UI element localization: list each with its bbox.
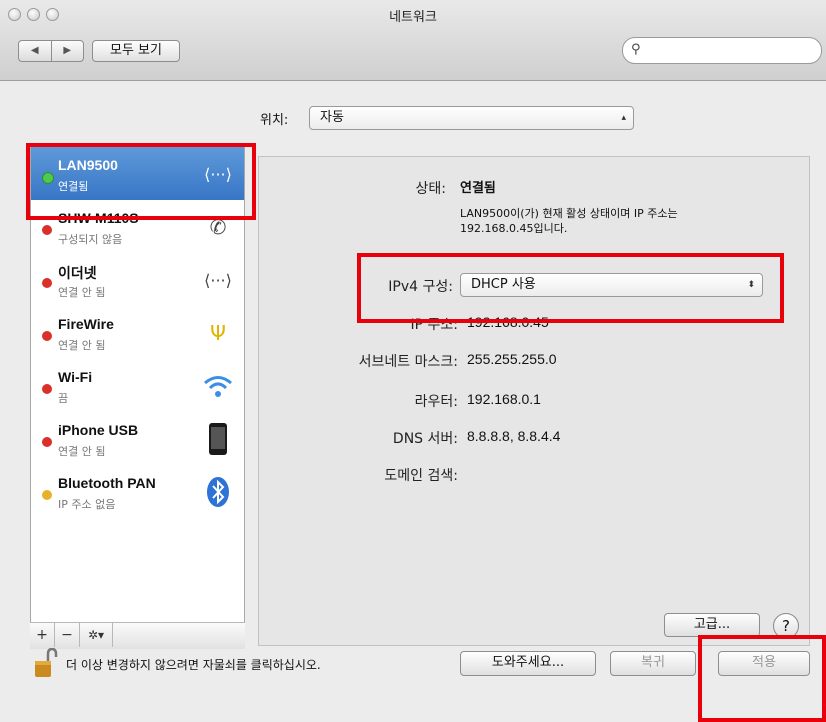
service-item-firewire[interactable]: FireWire 연결 안 됨 Ψ (31, 306, 244, 359)
iphone-icon (201, 422, 235, 456)
lock-icon[interactable] (34, 647, 58, 682)
status-description-line2: 192.168.0.45입니다. (460, 222, 568, 235)
service-status: 연결 안 됨 (58, 339, 106, 352)
service-name: FireWire (58, 316, 114, 332)
lock-message: 더 이상 변경하지 않으려면 자물쇠를 클릭하십시오. (66, 658, 321, 672)
bluetooth-icon (201, 475, 235, 509)
service-item-iphone-usb[interactable]: iPhone USB 연결 안 됨 (31, 412, 244, 465)
status-label: 상태: (415, 181, 446, 197)
status-dot (42, 384, 52, 394)
advanced-button[interactable]: 고급... (664, 613, 760, 637)
service-status: 연결 안 됨 (58, 286, 106, 299)
search-domains-label: 도메인 검색: (384, 468, 458, 484)
service-name: Bluetooth PAN (58, 475, 156, 491)
action-gear-button[interactable]: ✲▾ (80, 623, 113, 647)
highlight-box-selected-service (26, 143, 256, 220)
highlight-box-apply (698, 635, 826, 722)
status-dot (42, 490, 52, 500)
service-item-ethernet[interactable]: 이더넷 연결 안 됨 ⟨···⟩ (31, 253, 244, 306)
status-dot (42, 278, 52, 288)
service-name: 이더넷 (58, 265, 97, 281)
service-item-wifi[interactable]: Wi-Fi 끔 (31, 359, 244, 412)
window-title: 네트워크 (389, 10, 437, 25)
subnet-label: 서브네트 마스크: (358, 354, 458, 370)
show-all-button[interactable]: 모두 보기 (92, 40, 180, 62)
router-label: 라우터: (414, 394, 458, 410)
search-input[interactable]: ⚲ (622, 37, 822, 64)
status-value: 연결됨 (460, 181, 496, 196)
service-name: Wi-Fi (58, 369, 93, 385)
service-name: iPhone USB (58, 422, 139, 438)
search-icon: ⚲ (631, 42, 641, 57)
select-arrows-icon: ▴ (621, 113, 626, 123)
service-status: 끔 (58, 392, 69, 405)
service-status: 구성되지 않음 (58, 233, 123, 246)
location-value: 자동 (320, 110, 344, 125)
router-value: 192.168.0.1 (467, 391, 541, 407)
location-select[interactable]: 자동 ▴ (309, 106, 634, 130)
location-label: 위치: (260, 113, 289, 128)
revert-button[interactable]: 복귀 (610, 651, 696, 676)
status-description-line1: LAN9500이(가) 현재 활성 상태이며 IP 주소는 (460, 207, 678, 220)
forward-button[interactable]: ▶ (52, 41, 84, 61)
remove-service-button[interactable]: − (55, 623, 80, 647)
highlight-box-ipv4 (357, 253, 784, 323)
titlebar: 네트워크 ◀ ▶ 모두 보기 ⚲ (0, 0, 826, 81)
add-service-button[interactable]: + (30, 623, 55, 647)
service-status: 연결 안 됨 (58, 445, 106, 458)
service-list[interactable]: LAN9500 연결됨 ⟨···⟩ SHW-M110S 구성되지 않음 ✆ 이더… (30, 146, 245, 648)
status-dot (42, 437, 52, 447)
assist-me-button[interactable]: 도와주세요... (460, 651, 596, 676)
subnet-value: 255.255.255.0 (467, 351, 557, 367)
service-item-bluetooth-pan[interactable]: Bluetooth PAN IP 주소 없음 (31, 465, 244, 518)
status-dot (42, 225, 52, 235)
network-window: 네트워크 ◀ ▶ 모두 보기 ⚲ 위치: 자동 ▴ LAN9500 연결됨 ⟨·… (0, 0, 826, 722)
dns-label: DNS 서버: (392, 431, 458, 447)
status-dot (42, 331, 52, 341)
back-button[interactable]: ◀ (19, 41, 52, 61)
firewire-icon: Ψ (210, 321, 226, 345)
back-forward-control[interactable]: ◀ ▶ (18, 40, 84, 62)
wifi-icon (201, 369, 235, 403)
service-list-toolbar: + − ✲▾ (30, 622, 245, 649)
dns-value: 8.8.8.8, 8.8.4.4 (467, 428, 561, 444)
ethernet-icon: ⟨···⟩ (204, 270, 232, 290)
service-status: IP 주소 없음 (58, 498, 116, 511)
